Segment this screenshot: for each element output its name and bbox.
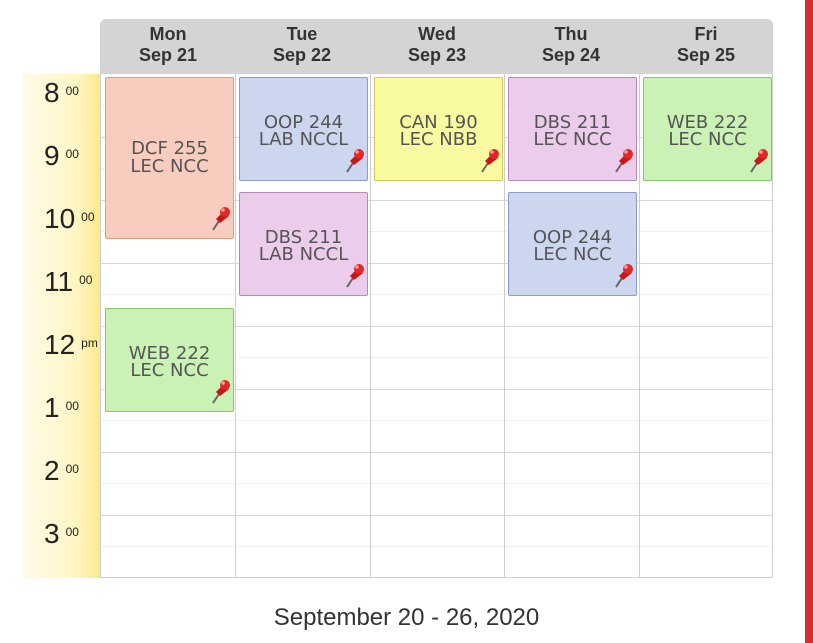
day-name: Mon: [149, 24, 187, 44]
hour-label: 10 00: [44, 203, 95, 234]
hour-label: 9 00: [44, 140, 79, 171]
pushpin-icon[interactable]: [748, 148, 768, 174]
day-header-thu[interactable]: Thu Sep 24: [504, 24, 638, 66]
day-header-tue[interactable]: Tue Sep 22: [235, 24, 369, 66]
event-location: LAB NCCL: [258, 129, 349, 150]
hour-label: 8 00: [44, 77, 79, 108]
event-block[interactable]: OOP 244 LEC NCC: [508, 192, 637, 296]
pushpin-icon[interactable]: [210, 206, 230, 232]
event-block[interactable]: DBS 211 LEC NCC: [508, 77, 637, 181]
event-block[interactable]: OOP 244 LAB NCCL: [239, 77, 368, 181]
day-date: Sep 22: [272, 45, 332, 65]
day-name: Fri: [694, 24, 718, 44]
schedule-grid[interactable]: DCF 255 LEC NCC WEB 222 LEC NCC OOP 244 …: [100, 74, 773, 578]
event-block[interactable]: WEB 222 LEC NCC: [643, 77, 772, 181]
hour-label: 3 00: [44, 518, 79, 549]
event-location: LEC NCC: [130, 360, 209, 381]
event-location: LAB NCCL: [258, 244, 349, 265]
pushpin-icon[interactable]: [479, 148, 499, 174]
hour-label: 2 00: [44, 455, 79, 486]
pushpin-icon[interactable]: [613, 148, 633, 174]
day-date: Sep 21: [138, 45, 198, 65]
day-name: Wed: [418, 24, 456, 44]
right-edge-bar: [805, 0, 813, 643]
event-block[interactable]: DBS 211 LAB NCCL: [239, 192, 368, 296]
event-location: LEC NCC: [533, 129, 612, 150]
hour-label: 11 00: [44, 266, 93, 297]
pushpin-icon[interactable]: [210, 379, 230, 405]
event-block[interactable]: WEB 222 LEC NCC: [105, 308, 234, 412]
hour-label: 12 pm: [44, 329, 98, 360]
day-date: Sep 24: [541, 45, 601, 65]
week-calendar: Mon Sep 21 Tue Sep 22 Wed Sep 23 Thu Sep…: [0, 0, 800, 600]
day-name: Thu: [554, 24, 588, 44]
pushpin-icon[interactable]: [344, 148, 364, 174]
event-location: LEC NCC: [130, 156, 209, 177]
event-location: LEC NCC: [533, 244, 612, 265]
event-block[interactable]: CAN 190 LEC NBB: [374, 77, 503, 181]
date-range-label: September 20 - 26, 2020: [273, 604, 540, 631]
day-header-wed[interactable]: Wed Sep 23: [370, 24, 504, 66]
day-date: Sep 23: [407, 45, 467, 65]
day-header-mon[interactable]: Mon Sep 21: [101, 24, 235, 66]
pushpin-icon[interactable]: [344, 263, 364, 289]
pushpin-icon[interactable]: [613, 263, 633, 289]
hour-label: 1 00: [44, 392, 79, 423]
day-date: Sep 25: [676, 45, 736, 65]
event-block[interactable]: DCF 255 LEC NCC: [105, 77, 234, 239]
event-location: LEC NBB: [399, 129, 478, 150]
event-location: LEC NCC: [668, 129, 747, 150]
day-header-fri[interactable]: Fri Sep 25: [639, 24, 773, 66]
day-name: Tue: [286, 24, 318, 44]
